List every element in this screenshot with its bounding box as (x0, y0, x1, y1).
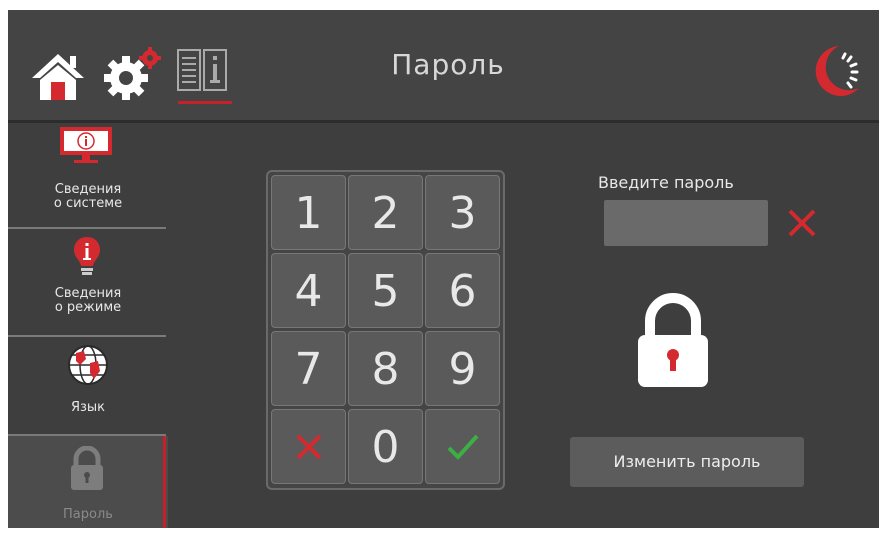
key-cancel[interactable] (271, 409, 346, 484)
top-bar: Пароль (8, 10, 879, 123)
active-tab-underline (178, 101, 232, 104)
sidebar-item-label: Пароль (63, 507, 113, 522)
password-field[interactable] (604, 200, 768, 246)
key-9[interactable]: 9 (425, 331, 500, 406)
key-6[interactable]: 6 (425, 253, 500, 328)
sidebar-item-password[interactable]: Пароль (8, 436, 168, 528)
screen: Пароль Сведения о системе Сведения о реж… (8, 10, 879, 528)
sidebar-item-label: Сведения (54, 182, 122, 197)
clear-password-icon[interactable] (785, 206, 819, 240)
sidebar-item-language[interactable]: Язык (8, 339, 168, 433)
sidebar-item-label: о режиме (54, 300, 122, 315)
change-password-button[interactable]: Изменить пароль (570, 437, 804, 487)
key-8[interactable]: 8 (348, 331, 423, 406)
home-icon[interactable] (30, 50, 86, 102)
sidebar-divider (8, 227, 166, 229)
monitor-info-icon (60, 127, 112, 163)
sidebar-item-system-info[interactable]: Сведения о системе (8, 123, 168, 223)
page-title: Пароль (391, 48, 505, 81)
x-icon (296, 434, 322, 460)
brand-logo-icon (815, 46, 859, 96)
key-confirm[interactable] (425, 409, 500, 484)
key-1[interactable]: 1 (271, 175, 346, 250)
key-4[interactable]: 4 (271, 253, 346, 328)
sidebar: Сведения о системе Сведения о режиме Язы… (8, 123, 168, 528)
sidebar-item-mode-info[interactable]: Сведения о режиме (8, 231, 168, 331)
key-3[interactable]: 3 (425, 175, 500, 250)
sidebar-item-label: о системе (53, 196, 123, 211)
lock-icon (71, 446, 103, 490)
bulb-info-icon (74, 237, 100, 275)
key-5[interactable]: 5 (348, 253, 423, 328)
active-item-indicator (163, 436, 166, 528)
info-book-icon[interactable] (176, 46, 230, 94)
globe-icon (68, 345, 108, 385)
key-7[interactable]: 7 (271, 331, 346, 406)
keypad: 1 2 3 4 5 6 7 8 9 0 (266, 170, 505, 490)
sidebar-item-label: Язык (70, 400, 106, 415)
padlock-icon (638, 293, 708, 387)
password-prompt: Введите пароль (598, 173, 734, 192)
sidebar-divider (8, 335, 166, 337)
sidebar-item-label: Сведения (54, 286, 122, 301)
key-2[interactable]: 2 (348, 175, 423, 250)
gear-icon[interactable] (104, 44, 164, 102)
key-0[interactable]: 0 (348, 409, 423, 484)
check-icon (447, 434, 479, 460)
